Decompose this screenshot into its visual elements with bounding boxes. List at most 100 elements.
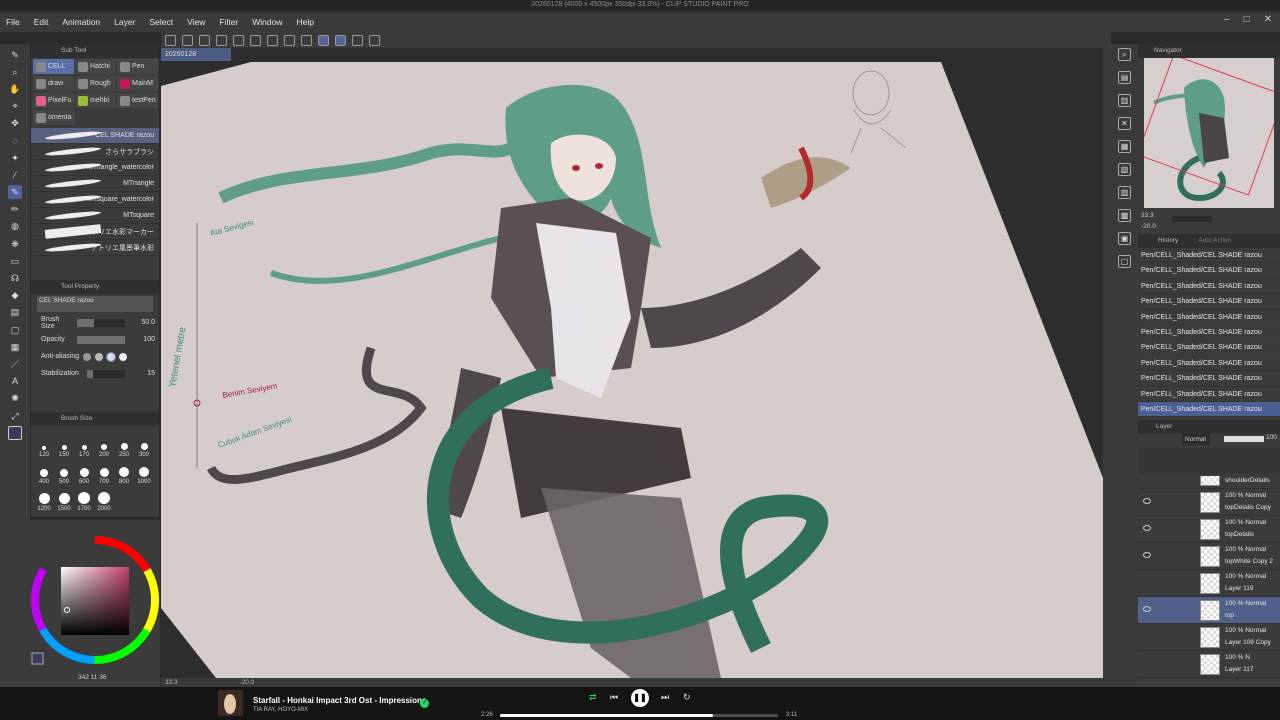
deselect-icon[interactable] (301, 34, 312, 46)
subtool-group-pixelfu[interactable]: PixelFu (33, 93, 74, 108)
brush-size-option[interactable]: 1200 (34, 485, 54, 512)
brush-item[interactable]: MTsquare (31, 208, 159, 224)
menu-file[interactable]: File (6, 17, 20, 27)
figure-tool-icon[interactable]: ▢ (8, 323, 22, 337)
eyedropper-tool-icon[interactable]: ⌖ (8, 99, 22, 113)
magic-wand-tool-icon[interactable]: ✦ (8, 151, 22, 165)
brush-size-option[interactable]: 150 (54, 431, 74, 458)
subtool-group-pen[interactable]: Pen (117, 59, 158, 74)
transform-icon[interactable] (284, 34, 295, 46)
eyedropper-icon[interactable]: ⁄ (8, 168, 22, 182)
stabilization-value[interactable]: 15 (129, 370, 159, 377)
canvas-rotation[interactable]: -20.0 (239, 679, 254, 686)
auto-action-icon[interactable]: ▧ (1118, 163, 1131, 176)
new-file-icon[interactable] (165, 34, 176, 46)
brush-item[interactable]: アトリエ風景筆水彩 (31, 240, 159, 256)
history-entry[interactable]: Pen/CELL_Shaded/CEL SHADE razou (1138, 387, 1280, 402)
navigator-zoom[interactable]: 33.3 (1141, 212, 1154, 219)
layer-row[interactable]: 100 % Normal topWhite Copy 2 (1138, 543, 1280, 570)
brush-size-slider[interactable] (77, 318, 125, 327)
brush-size-option[interactable]: 600 (74, 458, 94, 485)
menu-window[interactable]: Window (252, 17, 282, 27)
brush-size-option[interactable]: 170 (74, 431, 94, 458)
history-entry[interactable]: Pen/CELL_Shaded/CEL SHADE razou (1138, 401, 1280, 418)
brush-size-option[interactable]: 200 (94, 431, 114, 458)
layer-row[interactable]: 100 % Normal topDetails (1138, 516, 1280, 543)
opacity-value[interactable]: 100 (129, 336, 159, 343)
snap-ruler-icon[interactable] (318, 34, 329, 46)
timeline-icon[interactable]: ▩ (1118, 209, 1131, 222)
subtool-group-rough[interactable]: Rough (75, 76, 116, 91)
history-tab[interactable]: History (1158, 234, 1178, 248)
lasso-tool-icon[interactable]: ◌ (8, 134, 22, 148)
history-entry[interactable]: Pen/CELL_Shaded/CEL SHADE razou (1138, 279, 1280, 295)
track-artist[interactable]: TIA RAY, HOYO-MiX (253, 707, 308, 713)
pen-tool-icon[interactable]: ✎ (8, 48, 22, 62)
history-entry[interactable]: Pen/CELL_Shaded/CEL SHADE razou (1138, 294, 1280, 310)
decoration-tool-icon[interactable]: ❋ (8, 237, 22, 251)
brush-item[interactable]: MTsquare_watercolor (31, 192, 159, 208)
menu-animation[interactable]: Animation (62, 17, 100, 27)
menu-view[interactable]: View (187, 17, 205, 27)
brush-size-value[interactable]: 50.0 (129, 319, 159, 326)
navigator-zoom-slider[interactable] (1172, 216, 1212, 222)
undo-icon[interactable] (216, 34, 227, 46)
artwork-canvas[interactable]: Ata Sevigesi Yetenel metre Benim Seviyem… (161, 48, 1103, 678)
canvas-area[interactable]: Ata Sevigesi Yetenel metre Benim Seviyem… (161, 48, 1103, 678)
balloon-tool-icon[interactable]: ✺ (8, 391, 22, 405)
visibility-eye-icon[interactable] (1143, 498, 1151, 504)
redo-icon[interactable] (233, 34, 244, 46)
pause-button[interactable]: ❚❚ (631, 689, 649, 707)
album-art[interactable] (218, 690, 243, 716)
visibility-eye-icon[interactable] (1143, 552, 1151, 558)
clear-icon[interactable] (250, 34, 261, 46)
airbrush-tool-icon[interactable]: ◍ (8, 219, 22, 233)
liked-check-icon[interactable]: ✓ (420, 699, 429, 708)
fill-tool-icon[interactable]: ◆ (8, 288, 22, 302)
sub-view-icon[interactable]: ▨ (1118, 186, 1131, 199)
navigator-preview[interactable] (1144, 58, 1274, 208)
close-button[interactable]: ✕ (1264, 14, 1272, 25)
blend-tool-icon[interactable]: ☊ (8, 271, 22, 285)
layer-property-icon[interactable]: ▥ (1118, 94, 1131, 107)
history-entry[interactable]: Pen/CELL_Shaded/CEL SHADE razou (1138, 248, 1280, 264)
hand-tool-icon[interactable]: ✋ (8, 82, 22, 96)
repeat-icon[interactable]: ↻ (683, 692, 691, 703)
subtool-group-hatching[interactable]: Hatchi (75, 59, 116, 74)
subtool-group-mainm[interactable]: MainM (117, 76, 158, 91)
document-tab[interactable]: 20260128 (161, 48, 231, 61)
layer-row[interactable]: 100 % Normal topDetails Copy (1138, 489, 1280, 516)
brush-size-option[interactable]: 300 (134, 431, 154, 458)
menu-help[interactable]: Help (296, 17, 313, 27)
subtool-group-draw[interactable]: draw (33, 76, 74, 91)
ruler-tool-icon[interactable]: ／ (8, 357, 22, 371)
layer-row[interactable]: shoulderDetails (1138, 476, 1280, 489)
progress-bar[interactable] (500, 714, 778, 717)
brush-size-option[interactable]: 1700 (74, 485, 94, 512)
stabilization-slider[interactable] (87, 369, 125, 378)
search-icon[interactable]: ⌕ (1118, 48, 1131, 61)
close-panel-icon[interactable]: ✕ (1118, 117, 1131, 130)
zoom-tool-icon[interactable]: ⌕ (8, 65, 22, 79)
settings-icon[interactable] (369, 34, 380, 46)
history-entry[interactable]: Pen/CELL_Shaded/CEL SHADE razou (1138, 340, 1280, 356)
info-icon[interactable]: ▣ (1118, 232, 1131, 245)
snap-special-ruler-icon[interactable] (335, 34, 346, 46)
layer-row[interactable]: 100 % Normal Layer 109 Copy (1138, 624, 1280, 651)
layer-search-icon[interactable]: ▢ (1118, 255, 1131, 268)
auto-action-tab[interactable]: Auto Action (1198, 234, 1231, 248)
layer-row[interactable]: 100 % Normal Layer 119 (1138, 570, 1280, 597)
antialias-options[interactable] (83, 351, 127, 362)
minimize-button[interactable]: – (1224, 14, 1230, 25)
track-title[interactable]: Starfall - Honkai Impact 3rd Ost - Impre… (253, 696, 426, 705)
previous-icon[interactable]: ⏮ (610, 692, 618, 703)
snap-grid-icon[interactable] (352, 34, 363, 46)
canvas-zoom[interactable]: 33.3 (165, 679, 178, 686)
subtool-group-mehbi[interactable]: mehbi (75, 93, 116, 108)
blend-mode-select[interactable]: Normal (1182, 434, 1210, 445)
main-color-swatch[interactable] (8, 425, 22, 440)
move-tool-icon[interactable]: ✥ (8, 116, 22, 130)
history-entry[interactable]: Pen/CELL_Shaded/CEL SHADE razou (1138, 310, 1280, 325)
brush-size-option[interactable]: 800 (114, 458, 134, 485)
shuffle-icon[interactable]: ⇄ (589, 692, 597, 703)
